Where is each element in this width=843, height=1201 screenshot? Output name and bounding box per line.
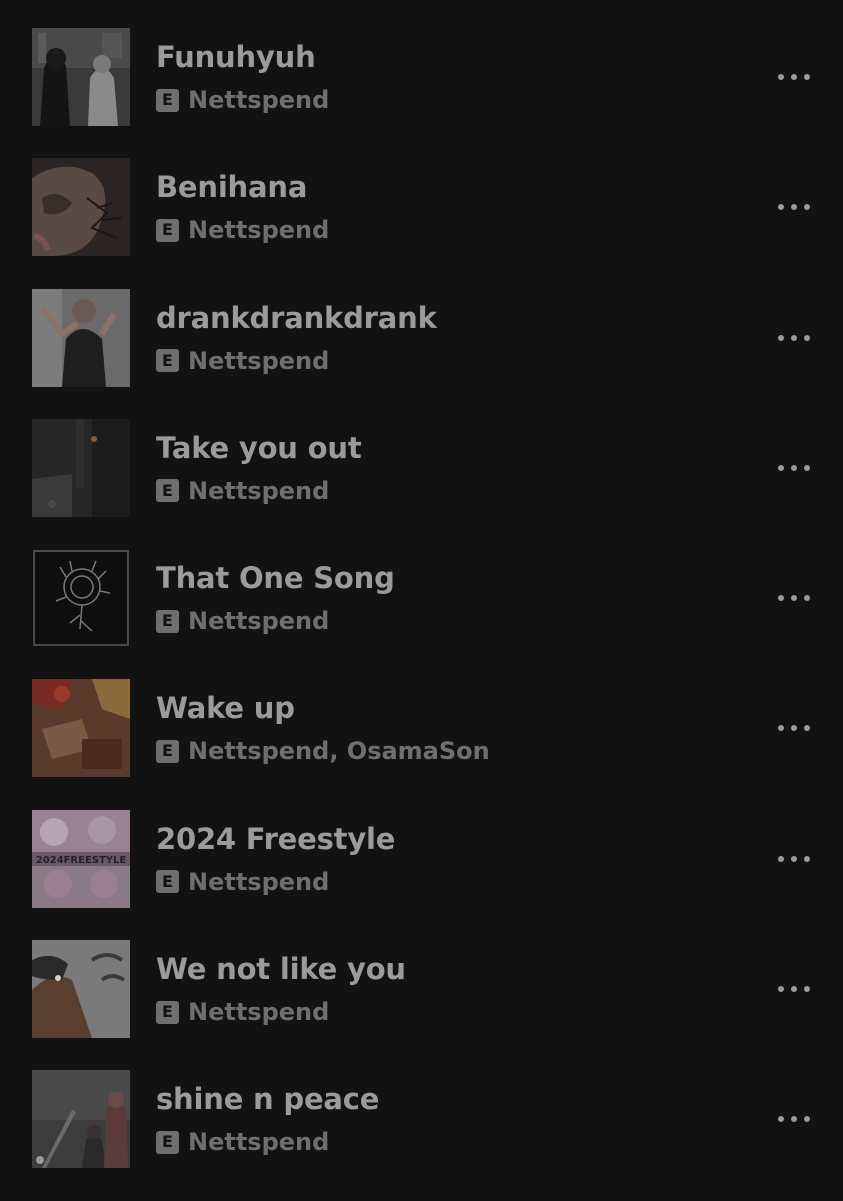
album-cover[interactable] <box>32 940 130 1039</box>
track-title: Benihana <box>156 170 308 205</box>
track-meta: E Nettspend <box>156 216 329 244</box>
track-artist: Nettspend <box>188 346 330 375</box>
album-cover-art <box>32 940 130 1039</box>
track-row[interactable]: Benihana E Nettspend <box>0 158 843 288</box>
track-title: We not like you <box>156 952 406 987</box>
album-cover-art <box>32 28 130 126</box>
album-cover[interactable] <box>32 158 130 257</box>
track-artist: Nettspend, OsamaSon <box>188 737 490 766</box>
track-meta: E Nettspend <box>156 477 329 505</box>
album-cover[interactable] <box>32 418 130 517</box>
track-row[interactable]: drankdrankdrank E Nettspend <box>0 288 843 419</box>
track-row[interactable]: Take you out E Nettspend <box>0 418 843 549</box>
track-title: shine n peace <box>156 1082 380 1117</box>
track-row[interactable]: 2024FREESTYLE 2024 Freestyle E Nettspend <box>0 809 843 940</box>
more-options-button[interactable] <box>772 845 816 873</box>
more-options-button[interactable] <box>772 324 816 352</box>
track-title: Take you out <box>156 430 362 465</box>
explicit-badge: E <box>156 479 179 503</box>
track-artist: Nettspend <box>188 86 330 114</box>
track-row[interactable]: shine n peace E Nettspend <box>0 1070 843 1200</box>
explicit-badge: E <box>156 870 179 894</box>
track-artist: Nettspend <box>188 476 330 505</box>
track-meta: E Nettspend <box>156 998 329 1026</box>
track-list: Funuhyuh E Nettspend Benihana E Nettspen… <box>0 28 843 1201</box>
more-horizontal-icon <box>778 204 810 211</box>
track-artist: Nettspend <box>188 998 330 1027</box>
explicit-badge: E <box>156 349 179 373</box>
track-meta: E Nettspend <box>156 86 329 114</box>
album-cover[interactable] <box>32 679 130 778</box>
album-cover[interactable] <box>32 1070 130 1169</box>
more-options-button[interactable] <box>772 1105 816 1133</box>
more-horizontal-icon <box>778 334 810 341</box>
track-artist: Nettspend <box>188 607 330 636</box>
track-title: Wake up <box>156 691 295 726</box>
track-artist: Nettspend <box>188 216 330 245</box>
track-row[interactable]: That One Song E Nettspend <box>0 549 843 679</box>
track-artist: Nettspend <box>188 867 330 896</box>
more-horizontal-icon <box>778 986 810 993</box>
track-title: drankdrankdrank <box>156 300 437 335</box>
explicit-badge: E <box>156 88 179 112</box>
track-meta: E Nettspend <box>156 1128 329 1156</box>
album-cover-art <box>32 1070 130 1169</box>
explicit-badge: E <box>156 218 179 242</box>
more-horizontal-icon <box>778 74 810 80</box>
more-horizontal-icon <box>778 855 810 862</box>
album-cover-art <box>32 288 130 387</box>
album-cover[interactable] <box>32 28 130 126</box>
album-cover[interactable] <box>32 549 130 648</box>
cover-text: 2024FREESTYLE <box>36 855 127 866</box>
track-row[interactable]: Funuhyuh E Nettspend <box>0 28 843 158</box>
album-cover-art <box>32 418 130 517</box>
more-options-button[interactable] <box>772 975 816 1003</box>
more-horizontal-icon <box>778 1116 810 1123</box>
explicit-badge: E <box>156 1130 179 1154</box>
album-cover-art <box>32 679 130 778</box>
track-meta: E Nettspend <box>156 607 329 635</box>
more-options-button[interactable] <box>772 63 816 91</box>
more-options-button[interactable] <box>772 193 816 221</box>
track-title: Funuhyuh <box>156 40 316 74</box>
track-meta: E Nettspend <box>156 347 329 375</box>
track-row[interactable]: Wake up E Nettspend, OsamaSon <box>0 679 843 809</box>
track-meta: E Nettspend, OsamaSon <box>156 737 490 765</box>
more-options-button[interactable] <box>772 584 816 612</box>
more-horizontal-icon <box>778 725 810 732</box>
album-cover[interactable] <box>32 288 130 387</box>
album-cover-art <box>32 549 130 648</box>
album-cover[interactable]: 2024FREESTYLE <box>32 809 130 908</box>
explicit-badge: E <box>156 1000 179 1024</box>
track-row[interactable]: We not like you E Nettspend <box>0 940 843 1070</box>
track-title: 2024 Freestyle <box>156 821 396 856</box>
track-artist: Nettspend <box>188 1128 330 1157</box>
more-options-button[interactable] <box>772 454 816 482</box>
more-horizontal-icon <box>778 595 810 602</box>
album-cover-art <box>32 158 130 257</box>
track-meta: E Nettspend <box>156 868 329 896</box>
explicit-badge: E <box>156 739 179 763</box>
more-horizontal-icon <box>778 464 810 471</box>
more-options-button[interactable] <box>772 714 816 742</box>
track-title: That One Song <box>156 561 395 596</box>
album-cover-art: 2024FREESTYLE <box>32 809 130 908</box>
explicit-badge: E <box>156 609 179 633</box>
